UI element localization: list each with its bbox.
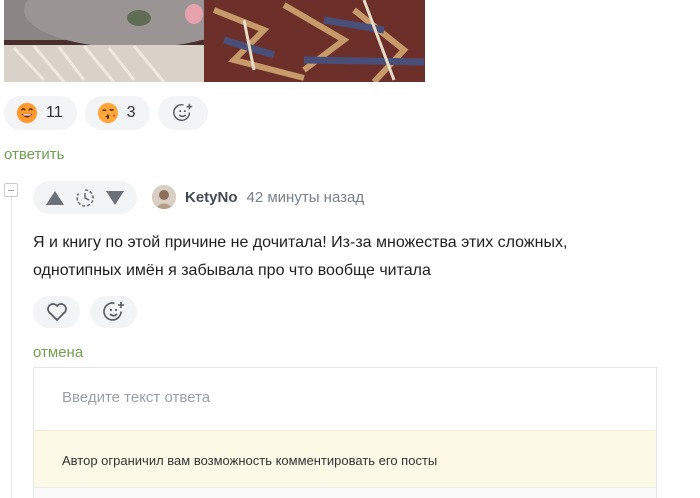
- vote-control: [33, 181, 137, 214]
- comment-restriction-notice: Автор ограничил вам возможность комменти…: [34, 430, 656, 487]
- comment-text: Я и книгу по этой причине не дочитала! И…: [33, 234, 568, 279]
- editor-toolbar: [34, 487, 656, 498]
- post-image[interactable]: [4, 0, 425, 82]
- add-emoji-icon: [172, 103, 192, 121]
- comment-author: KetyNo 42 минуты назад: [152, 185, 364, 209]
- collapse-thread-button[interactable]: [4, 183, 18, 197]
- arrow-down-icon: [106, 190, 124, 205]
- thread-line[interactable]: [11, 196, 12, 498]
- post-reactions: 11 3: [4, 96, 208, 130]
- comment-time[interactable]: 42 минуты назад: [247, 189, 365, 206]
- reaction-kiss-button[interactable]: 3: [84, 96, 150, 130]
- add-emoji-icon: [102, 302, 124, 321]
- add-reaction-button[interactable]: [157, 96, 208, 130]
- downvote-button[interactable]: [103, 186, 127, 210]
- upvote-button[interactable]: [43, 186, 67, 210]
- comment-actions: [33, 296, 137, 328]
- author-name[interactable]: KetyNo: [185, 189, 238, 206]
- heart-icon: [46, 303, 67, 321]
- rating-hidden-indicator[interactable]: [73, 186, 97, 210]
- kiss-face-icon: [97, 102, 118, 124]
- laughing-face-icon: [16, 102, 38, 124]
- reaction-count: 3: [126, 104, 136, 121]
- clock-icon: [76, 188, 94, 207]
- reaction-count: 11: [46, 104, 63, 121]
- cancel-reply-link[interactable]: отмена: [33, 344, 83, 361]
- reaction-laugh-button[interactable]: 11: [4, 96, 77, 130]
- avatar[interactable]: [152, 185, 176, 209]
- minus-icon: [8, 189, 14, 191]
- reply-link[interactable]: ответить: [4, 146, 64, 163]
- reply-editor: Введите текст ответа Автор ограничил вам…: [33, 367, 657, 498]
- arrow-up-icon: [46, 190, 64, 205]
- reply-input[interactable]: Введите текст ответа: [34, 368, 656, 430]
- like-button[interactable]: [33, 296, 80, 328]
- add-reaction-button[interactable]: [90, 296, 137, 328]
